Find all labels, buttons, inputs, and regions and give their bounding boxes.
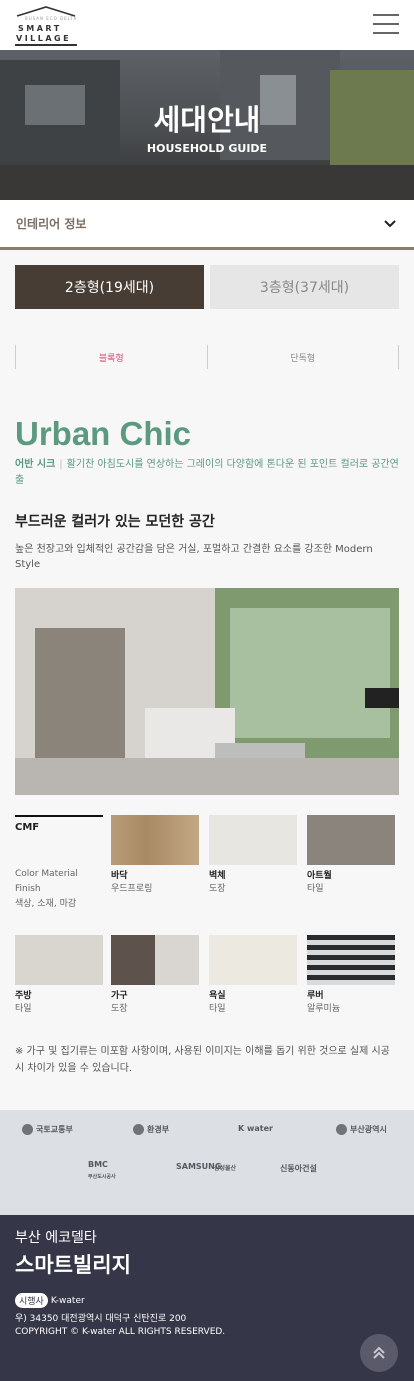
cmf-legend: CMF Color Material Finish 색상, 소재, 마감	[15, 815, 103, 912]
style-description: 어반 시크 | 활기찬 아침도시를 연상하는 그레이의 다양함에 톤다운 된 포인트…	[15, 459, 399, 486]
footer-brand-line1: 부산 에코델타	[15, 1230, 97, 1246]
partner-logo: 삼성물산	[214, 1165, 237, 1172]
publisher-tag: 시행사	[15, 1293, 48, 1308]
info-category-dropdown[interactable]: 인테리어 정보	[0, 200, 414, 250]
logo-underline	[15, 44, 77, 46]
cmf-item-louver: 루버 알루미늄	[307, 935, 395, 1016]
tab-2floor[interactable]: 2층형(19세대)	[15, 265, 204, 309]
scroll-top-button[interactable]	[360, 1334, 398, 1372]
partner-logo: 부산도시공사	[88, 1174, 116, 1180]
footer-copyright: COPYRIGHT © K-water ALL RIGHTS RESERVED.	[15, 1327, 226, 1337]
partner-logo: K water	[238, 1124, 273, 1133]
interior-photo	[15, 588, 399, 795]
footer-brand-line2: 스마트빌리지	[15, 1253, 131, 1277]
subtab-detached[interactable]: 단독형	[208, 345, 399, 369]
logo-small-text: BUSAN ECO DELTA	[25, 16, 78, 21]
hero-banner: 세대안내 HOUSEHOLD GUIDE	[0, 50, 414, 200]
cmf-desc-line3: 색상, 소재, 마감	[15, 899, 77, 909]
logo-line2: VILLAGE	[16, 34, 72, 43]
publisher-name: K-water	[50, 1295, 85, 1306]
site-footer: 부산 에코델타 스마트빌리지 시행사 K-water 우) 34350 대전광역시…	[0, 1215, 414, 1381]
cmf-title: CMF	[15, 822, 40, 833]
style-title: Urban Chic	[15, 415, 192, 452]
house-type-subtabs: 블록형 단독형	[15, 345, 399, 369]
partner-logo: 국토교통부	[22, 1124, 73, 1135]
page-subtitle: HOUSEHOLD GUIDE	[146, 142, 268, 155]
footer-address: 우) 34350 대전광역시 대덕구 신탄진로 200	[15, 1314, 187, 1324]
partner-logo: 신동아건설	[280, 1164, 317, 1173]
floor-type-tabs: 2층형(19세대) 3층형(37세대)	[0, 250, 414, 309]
page-title: 세대안내	[153, 103, 261, 137]
partner-logos: 국토교통부 환경부 K water 부산광역시 BMC 부산도시공사 SAMSU…	[0, 1110, 414, 1215]
cmf-section: CMF Color Material Finish 색상, 소재, 마감 바닥 우드프…	[0, 815, 414, 1045]
partner-logo: BMC	[88, 1160, 108, 1169]
smart-village-logo[interactable]: BUSAN ECO DELTA SMART VILLAGE	[15, 5, 78, 46]
cmf-item-furniture: 가구 도장	[111, 935, 199, 1016]
section-heading: 부드러운 컬러가 있는 모던한 공간	[15, 514, 215, 530]
hamburger-icon[interactable]	[373, 14, 399, 36]
cmf-item-artwall: 아트월 타일	[307, 815, 395, 896]
cmf-item-kitchen: 주방 타일	[15, 935, 103, 1016]
cmf-item-wall: 벽체 도장	[209, 815, 297, 896]
cmf-desc-line2: Finish	[15, 884, 41, 894]
site-header: BUSAN ECO DELTA SMART VILLAGE	[0, 0, 414, 50]
cmf-desc-line1: Color Material	[15, 869, 78, 879]
style-desc-text: 활기찬 아침도시를 연상하는 그레이의 다양함에 톤다운 된 포인트 컬러로 공…	[15, 459, 399, 486]
style-name: 어반 시크	[15, 459, 56, 470]
double-chevron-up-icon	[373, 1346, 385, 1359]
cmf-item-bath: 욕실 타일	[209, 935, 297, 1016]
section-text: 높은 천장고와 입체적인 공간감을 담은 거실, 포멀하고 간결한 요소를 강조…	[15, 544, 373, 570]
chevron-down-icon	[384, 219, 396, 227]
cmf-item-floor: 바닥 우드프로링	[111, 815, 199, 896]
tab-3floor[interactable]: 3층형(37세대)	[210, 265, 399, 309]
dropdown-label: 인테리어 정보	[16, 217, 87, 231]
subtab-block[interactable]: 블록형	[16, 345, 208, 369]
partner-logo: 부산광역시	[336, 1124, 387, 1135]
footer-publisher: 시행사 K-water	[15, 1293, 85, 1308]
partner-logo: 환경부	[133, 1124, 169, 1135]
logo-line1: SMART	[18, 24, 62, 33]
disclaimer-note: ※ 가구 및 집기류는 미포함 사항이며, 사용된 이미지는 이해를 돕기 위한…	[15, 1046, 390, 1074]
